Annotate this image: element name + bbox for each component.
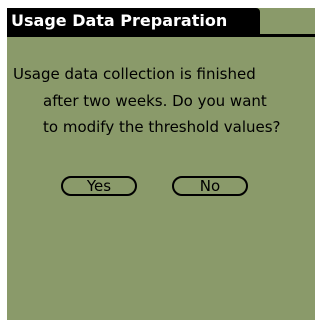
no-button[interactable]: No (172, 176, 248, 196)
message-line-3: to modify the threshold values? (43, 118, 281, 136)
message-line-1: Usage data collection is finished (13, 65, 256, 83)
message-line-2: after two weeks. Do you want (43, 92, 267, 110)
title-bar: Usage Data Preparation (7, 8, 315, 38)
dialog-title: Usage Data Preparation (7, 8, 260, 34)
yes-button[interactable]: Yes (61, 176, 137, 196)
title-underline (7, 34, 315, 37)
dialog-screen: Usage Data Preparation Usage data collec… (7, 8, 315, 320)
